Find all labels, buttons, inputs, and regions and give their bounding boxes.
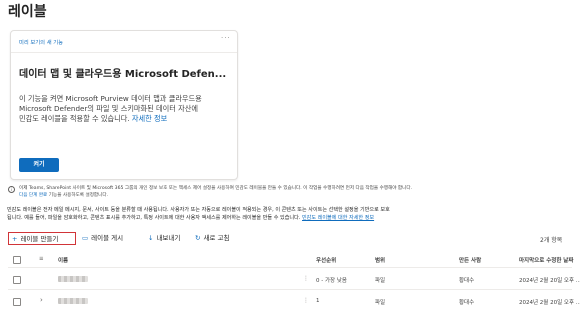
- card-body-line-2: Microsoft Defender의 파일 및 스키마화된 데이터 자산에: [19, 104, 199, 113]
- publish-icon: ▭: [82, 234, 89, 242]
- table-row[interactable]: ⋮ 0 - 가장 낮음 파일 황대수 2024년 2월 20일 오후 ...: [0, 270, 580, 288]
- sensitivity-labels-learn-more-link[interactable]: 민감도 레이블에 대한 자세한 정보: [302, 215, 374, 221]
- column-priority[interactable]: 우선순위: [316, 256, 336, 264]
- row-checkbox[interactable]: [13, 298, 21, 306]
- complete-steps-link[interactable]: 다음 단계 완료: [19, 193, 47, 198]
- row-modified: 2024년 2월 20일 오후 ...: [519, 278, 580, 284]
- card-body: 이 기능을 켜면 Microsoft Purview 데이터 맵과 클라우드용 …: [19, 94, 231, 124]
- card-divider: [11, 52, 237, 53]
- row-scope: 파일: [375, 278, 386, 284]
- publish-label-text: 레이블 게시: [91, 234, 124, 242]
- create-label-button[interactable]: + 레이블 만들기: [8, 232, 76, 245]
- plus-icon: +: [12, 234, 18, 243]
- more-options-icon[interactable]: ···: [221, 34, 231, 42]
- select-all-checkbox[interactable]: [13, 256, 21, 264]
- publish-label-button[interactable]: ▭ 레이블 게시: [82, 232, 123, 245]
- card-body-line-1: 이 기능을 켜면 Microsoft Purview 데이터 맵과 클라우드용: [19, 94, 202, 103]
- preview-feature-card: 미리 보기의 새 기능 ··· 데이터 맵 및 클라우드용 Microsoft …: [10, 30, 238, 180]
- redacted-label-name: [58, 276, 88, 282]
- info-icon: i: [8, 186, 15, 193]
- item-count: 2개 항목: [540, 237, 563, 244]
- card-title: 데이터 맵 및 클라우드용 Microsoft Defen...: [19, 69, 227, 80]
- column-name[interactable]: 이름: [58, 256, 68, 264]
- column-scope[interactable]: 범위: [375, 256, 385, 264]
- refresh-text: 새로 고침: [203, 234, 230, 242]
- download-icon: ↓: [148, 234, 154, 242]
- column-created-by[interactable]: 만든 사람: [459, 256, 481, 264]
- create-label-text: 레이블 만들기: [20, 234, 59, 243]
- refresh-icon: ↻: [195, 234, 201, 242]
- description-text: 됩니다. 예를 들어, 파일을 암호화하고, 콘텐츠 표시를 추가하고, 특정 …: [7, 215, 301, 221]
- header-divider: [8, 267, 572, 268]
- row-checkbox[interactable]: [13, 276, 21, 284]
- row-priority: 0 - 가장 낮음: [316, 278, 347, 284]
- description-line-2: 됩니다. 예를 들어, 파일을 암호화하고, 콘텐츠 표시를 추가하고, 특정 …: [7, 214, 374, 221]
- export-text: 내보내기: [156, 234, 181, 242]
- row-scope: 파일: [375, 300, 386, 306]
- table-row[interactable]: › ⋮ 1 파일 황대수 2024년 2월 20일 오후 ...: [0, 292, 580, 310]
- redacted-label-name: [58, 298, 88, 304]
- row-divider: [8, 289, 572, 290]
- turn-on-button[interactable]: 켜기: [19, 158, 59, 172]
- table-header: ≡ 이름 우선순위 범위 만든 사람 마지막으로 수정한 날짜: [0, 252, 580, 266]
- row-created-by: 황대수: [459, 278, 475, 284]
- page-title: 레이블: [8, 4, 47, 20]
- row-more-icon[interactable]: ⋮: [303, 297, 309, 304]
- row-created-by: 황대수: [459, 300, 475, 306]
- row-more-icon[interactable]: ⋮: [303, 275, 309, 282]
- expand-chevron-icon[interactable]: ›: [40, 296, 43, 304]
- notice-line-1: 이제 Teams, SharePoint 사이트 및 Microsoft 365…: [19, 186, 413, 191]
- notice-line-2: 다음 단계 완료 기능을 사용하도록 설정합니다.: [19, 192, 108, 198]
- refresh-button[interactable]: ↻ 새로 고침: [195, 232, 229, 245]
- export-button[interactable]: ↓ 내보내기: [148, 232, 180, 245]
- column-modified[interactable]: 마지막으로 수정한 날짜: [519, 256, 573, 264]
- notice-line-2-text: 기능을 사용하도록 설정합니다.: [48, 193, 109, 198]
- card-body-line-3: 민감도 레이블을 적용할 수 있습니다. 자세한 정보: [19, 114, 231, 124]
- list-icon: ≡: [39, 256, 44, 262]
- row-modified: 2024년 2월 20일 오후 ...: [519, 300, 580, 306]
- description-line-1: 민감도 레이블은 전자 메일 메시지, 문서, 사이트 등을 분류할 때 사용됩…: [7, 207, 390, 213]
- learn-more-link[interactable]: 자세한 정보: [132, 114, 167, 123]
- row-priority: 1: [316, 298, 320, 304]
- card-eyebrow: 미리 보기의 새 기능: [19, 40, 64, 46]
- card-body-text: 민감도 레이블을 적용할 수 있습니다.: [19, 114, 130, 123]
